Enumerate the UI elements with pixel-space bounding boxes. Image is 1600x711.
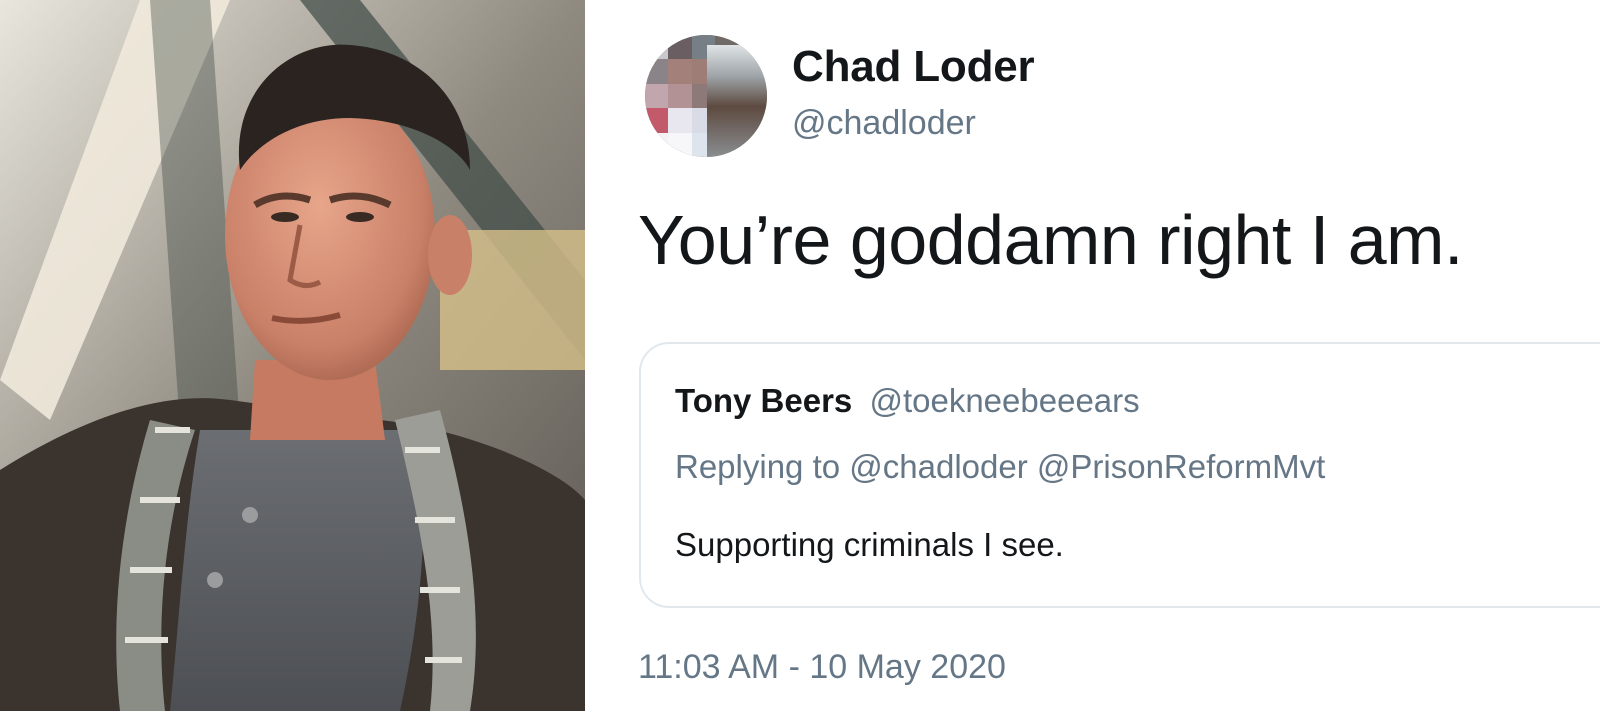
tweet-text: You’re goddamn right I am.: [638, 201, 1463, 279]
quoted-tweet[interactable]: Tony Beers @toekneebeeears Replying to @…: [639, 342, 1600, 608]
quoted-author-line: Tony Beers @toekneebeeears: [675, 382, 1140, 420]
quoted-author-name[interactable]: Tony Beers: [675, 382, 852, 419]
author-handle[interactable]: @chadloder: [792, 104, 976, 143]
replying-to-handles[interactable]: @chadloder @PrisonReformMvt: [849, 448, 1325, 485]
author-avatar[interactable]: [645, 35, 767, 157]
replying-to-prefix: Replying to: [675, 448, 841, 485]
quoted-tweet-text: Supporting criminals I see.: [675, 526, 1064, 563]
tweet-card: Chad Loder @chadloder You’re goddamn rig…: [585, 0, 1600, 711]
replying-to-line: Replying to @chadloder @PrisonReformMvt: [675, 448, 1325, 486]
author-name[interactable]: Chad Loder: [792, 42, 1035, 92]
avatar-photo: [707, 45, 767, 157]
tweet-timestamp[interactable]: 11:03 AM - 10 May 2020: [638, 648, 1006, 687]
selfie-illustration: [0, 0, 585, 711]
selfie-photo: [0, 0, 585, 711]
pixelated-avatar-icon: [645, 35, 715, 157]
quoted-author-handle[interactable]: @toekneebeeears: [869, 382, 1139, 419]
